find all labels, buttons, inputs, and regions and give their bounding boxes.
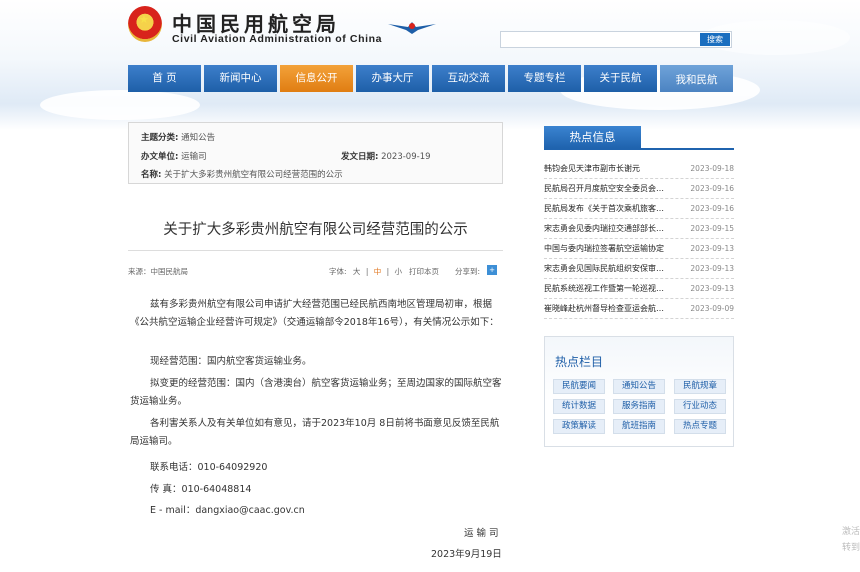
contact-phone: 联系电话：010-64092920 — [150, 462, 268, 473]
hot-info-item[interactable]: 崔晓峰赴杭州督导检查亚运会航… 2023-09-09 — [544, 299, 734, 319]
article-title: 关于扩大多彩贵州航空有限公司经营范围的公示 — [163, 222, 468, 238]
activation-watermark-sub: 转到 — [842, 543, 860, 553]
column-link[interactable]: 通知公告 — [613, 379, 665, 394]
search-input[interactable] — [501, 32, 697, 47]
site-title-en: Civil Aviation Administration of China — [172, 33, 383, 45]
hot-info-divider — [544, 148, 734, 150]
hot-info-item[interactable]: 民航系统巡视工作暨第一轮巡视… 2023-09-13 — [544, 279, 734, 299]
contact-email: E - mail：dangxiao@caac.gov.cn — [150, 505, 305, 516]
column-link[interactable]: 航班指南 — [613, 419, 665, 434]
column-link[interactable]: 民航要闻 — [553, 379, 605, 394]
nav-news[interactable]: 新闻中心 — [204, 65, 277, 92]
meta-date: 发文日期: 2023-09-19 — [341, 152, 431, 162]
search-button[interactable]: 搜索 — [700, 33, 730, 46]
hot-info-item[interactable]: 中国与委内瑞拉签署航空运输协定 2023-09-13 — [544, 239, 734, 259]
meta-name: 名称: 关于扩大多彩贵州航空有限公司经营范围的公示 — [141, 170, 343, 180]
hot-info-item[interactable]: 民航局召开月度航空安全委员会… 2023-09-16 — [544, 179, 734, 199]
activation-watermark: 激活 — [842, 527, 860, 537]
national-emblem-icon[interactable]: ★ — [128, 6, 162, 42]
column-link[interactable]: 政策解读 — [553, 419, 605, 434]
column-link[interactable]: 热点专题 — [674, 419, 726, 434]
nav-interaction[interactable]: 互动交流 — [432, 65, 505, 92]
hot-info-item[interactable]: 民航局发布《关于首次乘机旅客… 2023-09-16 — [544, 199, 734, 219]
article-paragraph-3: 拟变更的经营范围：国内（含港澳台）航空客货运输业务；至周边国家的国际航空客货运输… — [130, 378, 502, 407]
meta-issuer: 办文单位: 运输司 — [141, 152, 207, 162]
hot-columns-title: 热点栏目 — [555, 355, 604, 369]
column-link[interactable]: 统计数据 — [553, 399, 605, 414]
hot-info-title: 热点信息 — [544, 126, 641, 148]
hot-info-item[interactable]: 韩钧会见天津市副市长谢元 2023-09-18 — [544, 159, 734, 179]
print-button[interactable]: 打印本页 — [409, 266, 439, 277]
article-paragraph-2: 现经营范围：国内航空客货运输业务。 — [150, 356, 312, 367]
article-source: 来源：中国民航局 — [128, 267, 188, 276]
signer: 运 输 司 — [464, 528, 499, 539]
main-nav: 首 页 新闻中心 信息公开 办事大厅 互动交流 专题专栏 关于民航 我和民航 — [128, 65, 733, 92]
column-link[interactable]: 行业动态 — [674, 399, 726, 414]
meta-subject: 主题分类: 通知公告 — [141, 133, 216, 143]
font-large-button[interactable]: 大 — [353, 267, 361, 276]
caac-logo-icon — [388, 22, 436, 34]
sign-date: 2023年9月19日 — [431, 549, 502, 560]
nav-about[interactable]: 关于民航 — [584, 65, 657, 92]
contact-fax: 传 真：010-64048814 — [150, 484, 252, 495]
nav-me-and-caac[interactable]: 我和民航 — [660, 65, 733, 92]
hot-info-item[interactable]: 宋志勇会见委内瑞拉交通部部长… 2023-09-15 — [544, 219, 734, 239]
nav-info-disclosure[interactable]: 信息公开 — [280, 65, 353, 92]
search-box: 搜索 — [500, 31, 732, 48]
nav-services[interactable]: 办事大厅 — [356, 65, 429, 92]
article-paragraph-4: 各利害关系人及有关单位如有意见，请于2023年10月 8日前将书面意见反馈至民航… — [130, 418, 500, 447]
hot-info-item[interactable]: 宋志勇会见国际民航组织安保审… 2023-09-13 — [544, 259, 734, 279]
share-icon[interactable]: + — [487, 265, 497, 275]
column-link[interactable]: 民航规章 — [674, 379, 726, 394]
title-divider — [128, 250, 503, 251]
nav-home[interactable]: 首 页 — [128, 65, 201, 92]
document-meta: 主题分类: 通知公告 办文单位: 运输司 发文日期: 2023-09-19 名称… — [128, 122, 503, 184]
font-medium-button[interactable]: 中 — [374, 267, 382, 276]
hot-columns-panel: 热点栏目 民航要闻 通知公告 民航规章 统计数据 服务指南 行业动态 政策解读 … — [544, 336, 734, 447]
article-paragraph-1: 兹有多彩贵州航空有限公司申请扩大经营范围已经民航西南地区管理局初审，根据《公共航… — [130, 299, 499, 328]
column-link[interactable]: 服务指南 — [613, 399, 665, 414]
share-label: 分享到: — [455, 267, 481, 276]
font-size-tools: 字体: 大 | 中 | 小 — [329, 267, 403, 276]
font-small-button[interactable]: 小 — [395, 267, 403, 276]
nav-special-topics[interactable]: 专题专栏 — [508, 65, 581, 92]
